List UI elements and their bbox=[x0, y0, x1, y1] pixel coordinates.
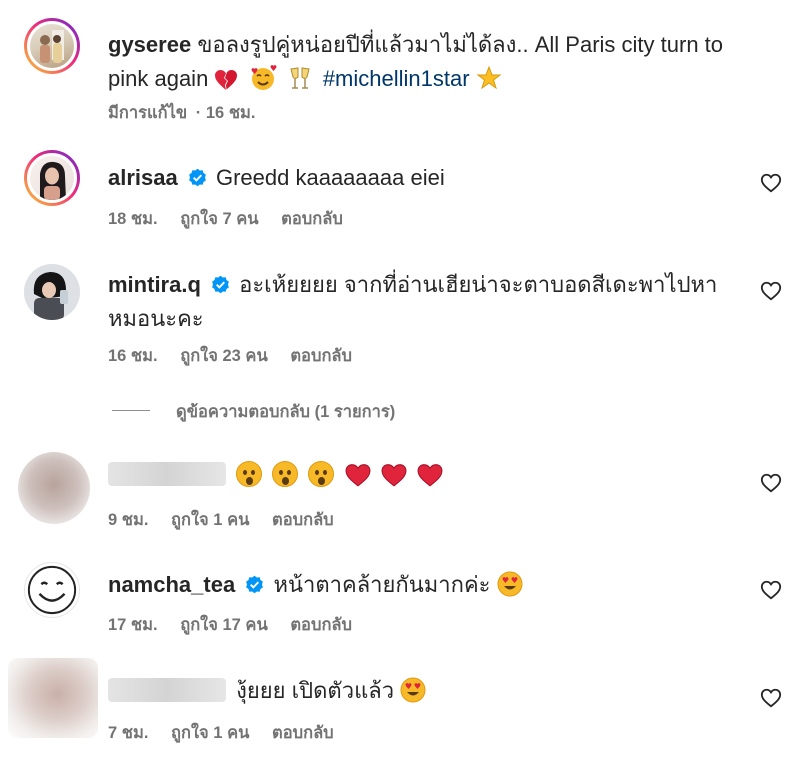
comment-time: 16 ชม. bbox=[108, 347, 158, 365]
caption-text-2: pink again bbox=[108, 66, 209, 91]
like-heart-icon[interactable] bbox=[760, 172, 782, 194]
likes-count[interactable]: ถูกใจ 1 คน bbox=[171, 511, 249, 529]
likes-count[interactable]: ถูกใจ 17 คน bbox=[180, 616, 268, 634]
view-replies-button[interactable]: ดูข้อความตอบกลับ (1 รายการ) bbox=[176, 399, 395, 425]
comment-text-2: หมอนะคะ bbox=[108, 306, 204, 331]
avatar[interactable] bbox=[24, 18, 80, 74]
comment-time: 17 ชม. bbox=[108, 616, 158, 634]
avatar[interactable] bbox=[8, 658, 98, 738]
reply-button[interactable]: ตอบกลับ bbox=[272, 511, 334, 529]
reply-button[interactable]: ตอบกลับ bbox=[272, 724, 334, 742]
comment-time: 18 ชม. bbox=[108, 210, 158, 228]
red-heart-icon bbox=[345, 464, 370, 487]
like-heart-icon[interactable] bbox=[760, 472, 782, 494]
likes-count[interactable]: ถูกใจ 7 คน bbox=[180, 210, 258, 228]
avatar[interactable] bbox=[24, 150, 80, 206]
red-heart-icon bbox=[381, 464, 407, 487]
avatar[interactable] bbox=[18, 452, 90, 524]
astonished-face-icon bbox=[236, 461, 263, 487]
like-heart-icon[interactable] bbox=[760, 687, 782, 709]
comment-time: 7 ชม. bbox=[108, 724, 149, 742]
comment-text: หน้าตาคล้ายกันมากค่ะ bbox=[273, 572, 491, 597]
replies-divider bbox=[112, 410, 150, 411]
comment-time: 9 ชม. bbox=[108, 511, 149, 529]
comment-username[interactable]: namcha_tea bbox=[108, 572, 235, 597]
post-username[interactable]: gyseree bbox=[108, 32, 191, 57]
comment-username[interactable]: mintira.q bbox=[108, 272, 201, 297]
likes-count[interactable]: ถูกใจ 23 คน bbox=[180, 347, 268, 365]
comment-text: Greedd kaaaaaaaa eiei bbox=[215, 165, 445, 190]
star-icon bbox=[476, 65, 502, 90]
smiling-face-hearts-icon bbox=[251, 65, 277, 90]
verified-badge-icon bbox=[212, 275, 229, 294]
astonished-face-icon bbox=[308, 461, 335, 487]
avatar[interactable] bbox=[24, 264, 80, 320]
verified-badge-icon bbox=[246, 575, 264, 594]
blurred-username[interactable] bbox=[108, 462, 226, 486]
heart-eyes-face-icon bbox=[400, 677, 426, 703]
comment-text: อะเห้ยยยย จากที่อ่านเฮียน่าจะตาบอดสีเดะพ… bbox=[239, 272, 718, 297]
comments-panel: gyseree ขอลงรูปคู่หน่อยปีที่แล้วมาไม่ได้… bbox=[0, 0, 800, 779]
edited-label: มีการแก้ไข bbox=[108, 104, 188, 122]
comment-username[interactable]: alrisaa bbox=[108, 165, 178, 190]
clinking-glasses-icon bbox=[290, 67, 310, 89]
broken-heart-icon bbox=[215, 70, 238, 90]
blurred-username[interactable] bbox=[108, 678, 226, 702]
like-heart-icon[interactable] bbox=[760, 579, 782, 601]
reply-button[interactable]: ตอบกลับ bbox=[290, 616, 352, 634]
verified-badge-icon bbox=[188, 168, 206, 187]
hashtag-link[interactable]: #michellin1star bbox=[323, 66, 470, 91]
post-time: · 16 ชม. bbox=[195, 104, 256, 122]
comment-text: งุ้ยยย เปิดตัวแล้ว bbox=[236, 678, 395, 703]
likes-count[interactable]: ถูกใจ 1 คน bbox=[171, 724, 249, 742]
reply-button[interactable]: ตอบกลับ bbox=[290, 347, 352, 365]
red-heart-icon bbox=[417, 464, 443, 487]
reply-button[interactable]: ตอบกลับ bbox=[281, 210, 343, 228]
caption-text: ขอลงรูปคู่หน่อยปีที่แล้วมาไม่ได้ลง.. All… bbox=[197, 32, 724, 57]
heart-eyes-face-icon bbox=[497, 571, 523, 597]
like-heart-icon[interactable] bbox=[760, 280, 782, 302]
astonished-face-icon bbox=[272, 461, 299, 487]
avatar[interactable] bbox=[24, 562, 80, 618]
